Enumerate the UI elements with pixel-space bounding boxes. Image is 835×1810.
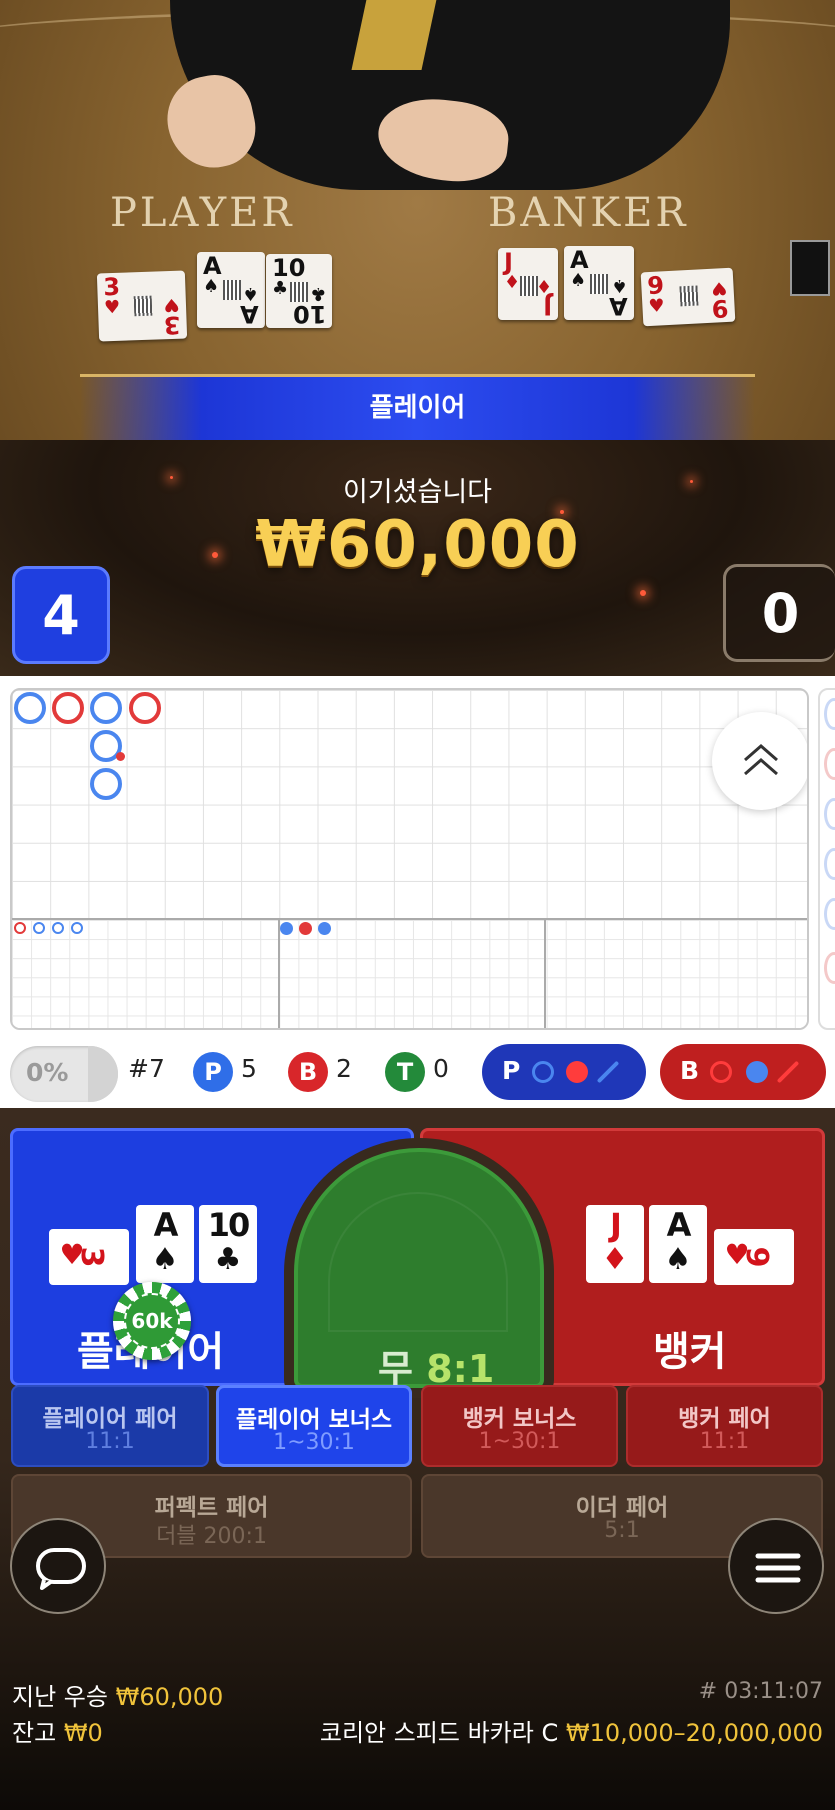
road-divider: [544, 918, 546, 1028]
banker-bonus-bet[interactable]: 뱅커 보너스 1~30:1: [421, 1385, 618, 1467]
bead-player: [90, 692, 122, 724]
result-banner: 플레이어: [80, 374, 755, 440]
last-win: 지난 우승 ₩60,000: [12, 1683, 224, 1711]
player-pair-bet[interactable]: 플레이어 페어 11:1: [11, 1385, 209, 1467]
balance: 잔고 ₩0: [12, 1719, 103, 1747]
chat-bubble-icon: [36, 1548, 86, 1590]
player-card-1: ♥ 3: [49, 1229, 129, 1285]
player-ask-button[interactable]: P: [482, 1044, 646, 1100]
derived-roads: [12, 920, 807, 1028]
percent-toggle[interactable]: 0%: [10, 1046, 118, 1102]
video-player-card-1: 3 ♥ 3 ♥: [96, 270, 188, 342]
bead-banker: [129, 692, 161, 724]
scoreboard-grid[interactable]: [10, 688, 809, 1030]
felt-banker-label: BANKER: [488, 190, 689, 236]
tie-count-badge: T: [385, 1052, 425, 1092]
banker-score: 0: [723, 564, 835, 662]
card-shoe: [790, 240, 830, 296]
hamburger-menu-icon: [755, 1553, 801, 1583]
banker-card-1: J ♦: [586, 1205, 644, 1283]
roadmap-panel: 0% #7 P 5 B 2 T 0 P B: [0, 676, 835, 1108]
bead-player: [14, 692, 46, 724]
shoe-round: #7: [128, 1054, 165, 1083]
video-player-card-2: A ♠ A ♠: [197, 252, 265, 328]
banker-card-3: ♥ 9: [714, 1229, 794, 1285]
tie-count: 0: [433, 1054, 449, 1083]
expand-roadmap-button[interactable]: [712, 712, 807, 810]
video-banker-card-1: J ♦ J ♦: [498, 248, 558, 320]
menu-button[interactable]: [728, 1518, 824, 1614]
banker-count-badge: B: [288, 1052, 328, 1092]
banker-pair-bet[interactable]: 뱅커 페어 11:1: [626, 1385, 823, 1467]
player-count: 5: [241, 1054, 257, 1083]
win-amount: ₩60,000: [255, 508, 580, 582]
player-score: 4: [12, 566, 110, 664]
chat-button[interactable]: [10, 1518, 106, 1614]
banker-card-2: A ♠: [649, 1205, 707, 1283]
next-roadmap-peek[interactable]: [818, 688, 835, 1030]
placed-chip: 60k: [113, 1282, 191, 1360]
banker-bet-label: 뱅커: [653, 1329, 727, 1375]
video-banker-card-3: 9 ♥ 9 ♥: [640, 267, 736, 327]
felt-player-label: PLAYER: [110, 190, 295, 236]
bead-banker: [52, 692, 84, 724]
video-banker-card-2: A ♠ A ♠: [564, 246, 634, 320]
win-message: 이기셨습니다: [342, 477, 493, 508]
player-bonus-bet[interactable]: 플레이어 보너스 1~30:1: [216, 1385, 412, 1467]
round-id: # 03:11:07: [698, 1679, 823, 1704]
stats-bar: 0% #7 P 5 B 2 T 0 P B: [0, 1038, 835, 1104]
player-count-badge: P: [193, 1052, 233, 1092]
player-card-3: 10 ♣: [199, 1205, 257, 1283]
video-player-card-3: 10 ♣ 10 ♣: [266, 254, 332, 328]
road-divider: [278, 918, 280, 1028]
bead-player: [90, 768, 122, 800]
chevron-double-up-icon: [744, 744, 778, 776]
banker-count: 2: [336, 1054, 352, 1083]
player-card-2: A ♠: [136, 1205, 194, 1283]
table-info: 코리안 스피드 바카라 C ₩10,000–20,000,000: [319, 1719, 823, 1747]
banker-ask-button[interactable]: B: [660, 1044, 826, 1100]
tie-marker: [116, 752, 125, 761]
tie-bet-spot[interactable]: 무 8:1: [294, 1148, 544, 1391]
